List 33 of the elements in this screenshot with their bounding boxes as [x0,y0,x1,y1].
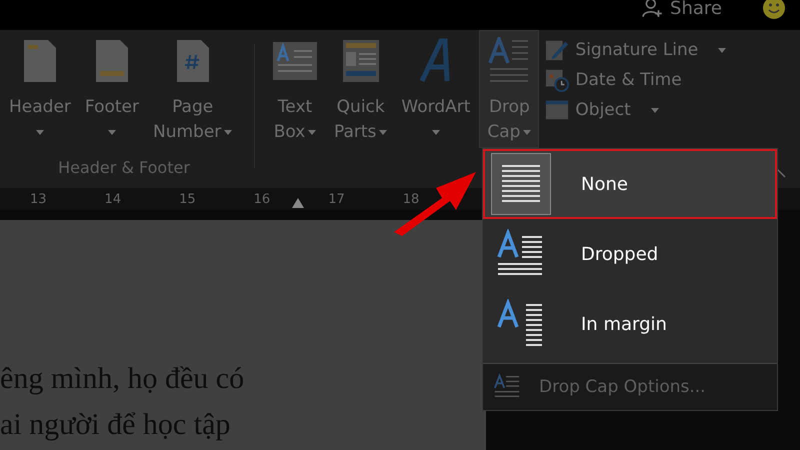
page-header-icon [22,37,57,85]
ruler-number: 17 [328,192,345,206]
page-number-icon [176,37,210,85]
ruler-number: 14 [104,192,122,206]
ribbon-button[interactable]: Quick Parts [329,30,392,148]
menu-item[interactable]: In margin [483,289,777,359]
pen-icon [545,38,570,62]
window-icon [545,98,570,122]
ruler-number: 15 [179,192,196,206]
drop-cap-icon [488,37,530,85]
calendar-clock-icon [545,68,570,92]
menu-item[interactable]: Dropped [483,219,777,289]
ribbon-button[interactable]: Header [4,30,76,148]
ruler-number: 16 [254,192,270,206]
ribbon-button[interactable]: Signature Line [545,38,726,62]
ruler-number: 18 [402,192,420,206]
page-footer-icon [94,37,129,85]
ribbon-button[interactable]: Date & Time [545,68,726,92]
person-add-icon [642,0,664,19]
ribbon-button[interactable]: Page Number [148,30,238,148]
ribbon-button[interactable]: Text Box [265,30,325,148]
document-parts-icon [342,37,380,85]
ribbon-button[interactable]: Object [545,98,726,122]
ribbon-button[interactable]: Drop Cap [479,30,540,148]
menu-item[interactable]: Drop Cap Options... [483,363,777,410]
share-button[interactable]: Share [642,0,722,19]
smiley-icon[interactable] [762,0,786,20]
ribbon-button[interactable]: Footer [80,30,144,148]
group-label: Header & Footer [57,158,191,177]
menu-item[interactable]: None [483,149,777,219]
ribbon-button[interactable]: WordArt [396,30,476,148]
indent-marker-icon[interactable] [292,198,304,208]
ruler-number: 13 [30,192,47,206]
